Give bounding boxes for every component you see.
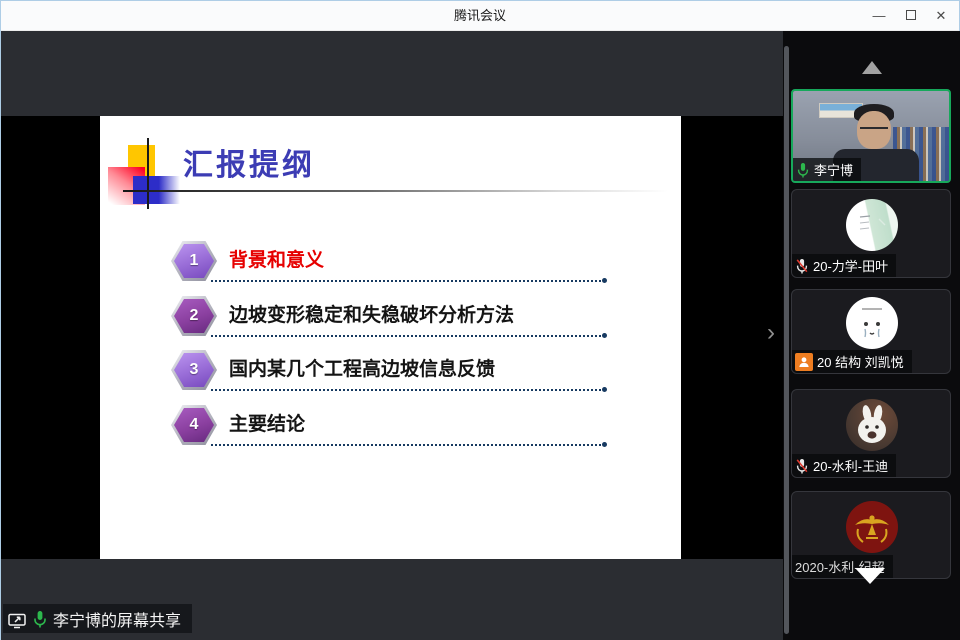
avatar	[846, 501, 898, 553]
slide-logo-vertical-line	[147, 138, 149, 209]
item-number: 1	[190, 252, 199, 270]
item-text: 背景和意义	[229, 241, 324, 281]
outline-item-2: 2 边坡变形稳定和失稳破坏分析方法	[171, 296, 641, 351]
participant-video-tile[interactable]: 20-水利-王迪	[791, 389, 951, 478]
minimize-button[interactable]: —	[865, 1, 893, 31]
screen-share-banner: 李宁博的屏幕共享	[3, 604, 192, 633]
participant-name-label: 20 结构 刘凯悦	[792, 350, 912, 373]
person-icon	[795, 353, 813, 371]
item-number: 2	[190, 307, 199, 325]
mic-muted-icon	[795, 458, 809, 474]
mic-muted-icon	[795, 258, 809, 274]
window-title: 腾讯会议	[1, 1, 959, 31]
avatar	[846, 399, 898, 451]
sidebar-expand-chevron[interactable]: ›	[761, 318, 781, 348]
presentation-slide: 汇报提纲 1 背景和意义 2 边坡变形稳定和失稳破坏分析方法 3 国内某	[100, 116, 681, 559]
outline-item-4: 4 主要结论	[171, 405, 641, 460]
title-bar: 腾讯会议 — ✕	[1, 1, 959, 31]
scroll-down-arrow-icon[interactable]	[855, 568, 885, 584]
hexagon-badge-4: 4	[171, 405, 217, 445]
item-text: 边坡变形稳定和失稳破坏分析方法	[229, 296, 514, 336]
dotted-leader	[211, 278, 601, 282]
item-number: 4	[190, 416, 199, 434]
sidebar-scrollbar[interactable]	[784, 46, 789, 634]
participant-name-label: 20-水利-王迪	[792, 454, 896, 477]
dotted-leader	[211, 333, 601, 337]
item-number: 3	[190, 361, 199, 379]
item-text: 主要结论	[229, 405, 305, 445]
mic-on-icon	[796, 162, 810, 178]
tencent-meeting-window: 腾讯会议 — ✕ 汇报提纲 1 背景和意义 2	[0, 0, 960, 640]
participant-name-label: 20-力学-田叶	[792, 254, 896, 277]
participant-name: 20 结构 刘凯悦	[817, 352, 904, 371]
share-banner-text: 李宁博的屏幕共享	[53, 607, 181, 631]
participant-video-tile[interactable]: 李宁博	[791, 89, 951, 183]
scroll-up-arrow-icon[interactable]	[862, 61, 882, 74]
outline-item-3: 3 国内某几个工程高边坡信息反馈	[171, 350, 641, 405]
avatar	[846, 199, 898, 251]
participants-sidebar: 李宁博	[783, 31, 960, 640]
dotted-leader	[211, 442, 601, 446]
hexagon-badge-1: 1	[171, 241, 217, 281]
outline-item-1: 1 背景和意义	[171, 241, 641, 296]
maximize-icon	[906, 10, 916, 20]
slide-title: 汇报提纲	[183, 140, 315, 184]
item-text: 国内某几个工程高边坡信息反馈	[229, 350, 495, 390]
participant-name: 20-力学-田叶	[813, 256, 888, 275]
mic-on-icon	[32, 610, 48, 628]
screen-share-icon	[7, 609, 27, 629]
participant-video-tile[interactable]: 2020-水利-纪超	[791, 491, 951, 579]
close-button[interactable]: ✕	[927, 1, 955, 31]
participant-video-tile[interactable]: 20 结构 刘凯悦	[791, 289, 951, 374]
hexagon-badge-2: 2	[171, 296, 217, 336]
participant-name: 20-水利-王迪	[813, 456, 888, 475]
avatar	[846, 297, 898, 349]
maximize-button[interactable]	[897, 1, 925, 31]
slide-title-underline	[123, 190, 668, 192]
participant-name-label: 李宁博	[793, 158, 861, 181]
dotted-leader	[211, 387, 601, 391]
participant-name: 李宁博	[814, 160, 853, 179]
hexagon-badge-3: 3	[171, 350, 217, 390]
shared-screen-area: 汇报提纲 1 背景和意义 2 边坡变形稳定和失稳破坏分析方法 3 国内某	[1, 31, 783, 640]
participant-video-tile[interactable]: 20-力学-田叶	[791, 189, 951, 278]
